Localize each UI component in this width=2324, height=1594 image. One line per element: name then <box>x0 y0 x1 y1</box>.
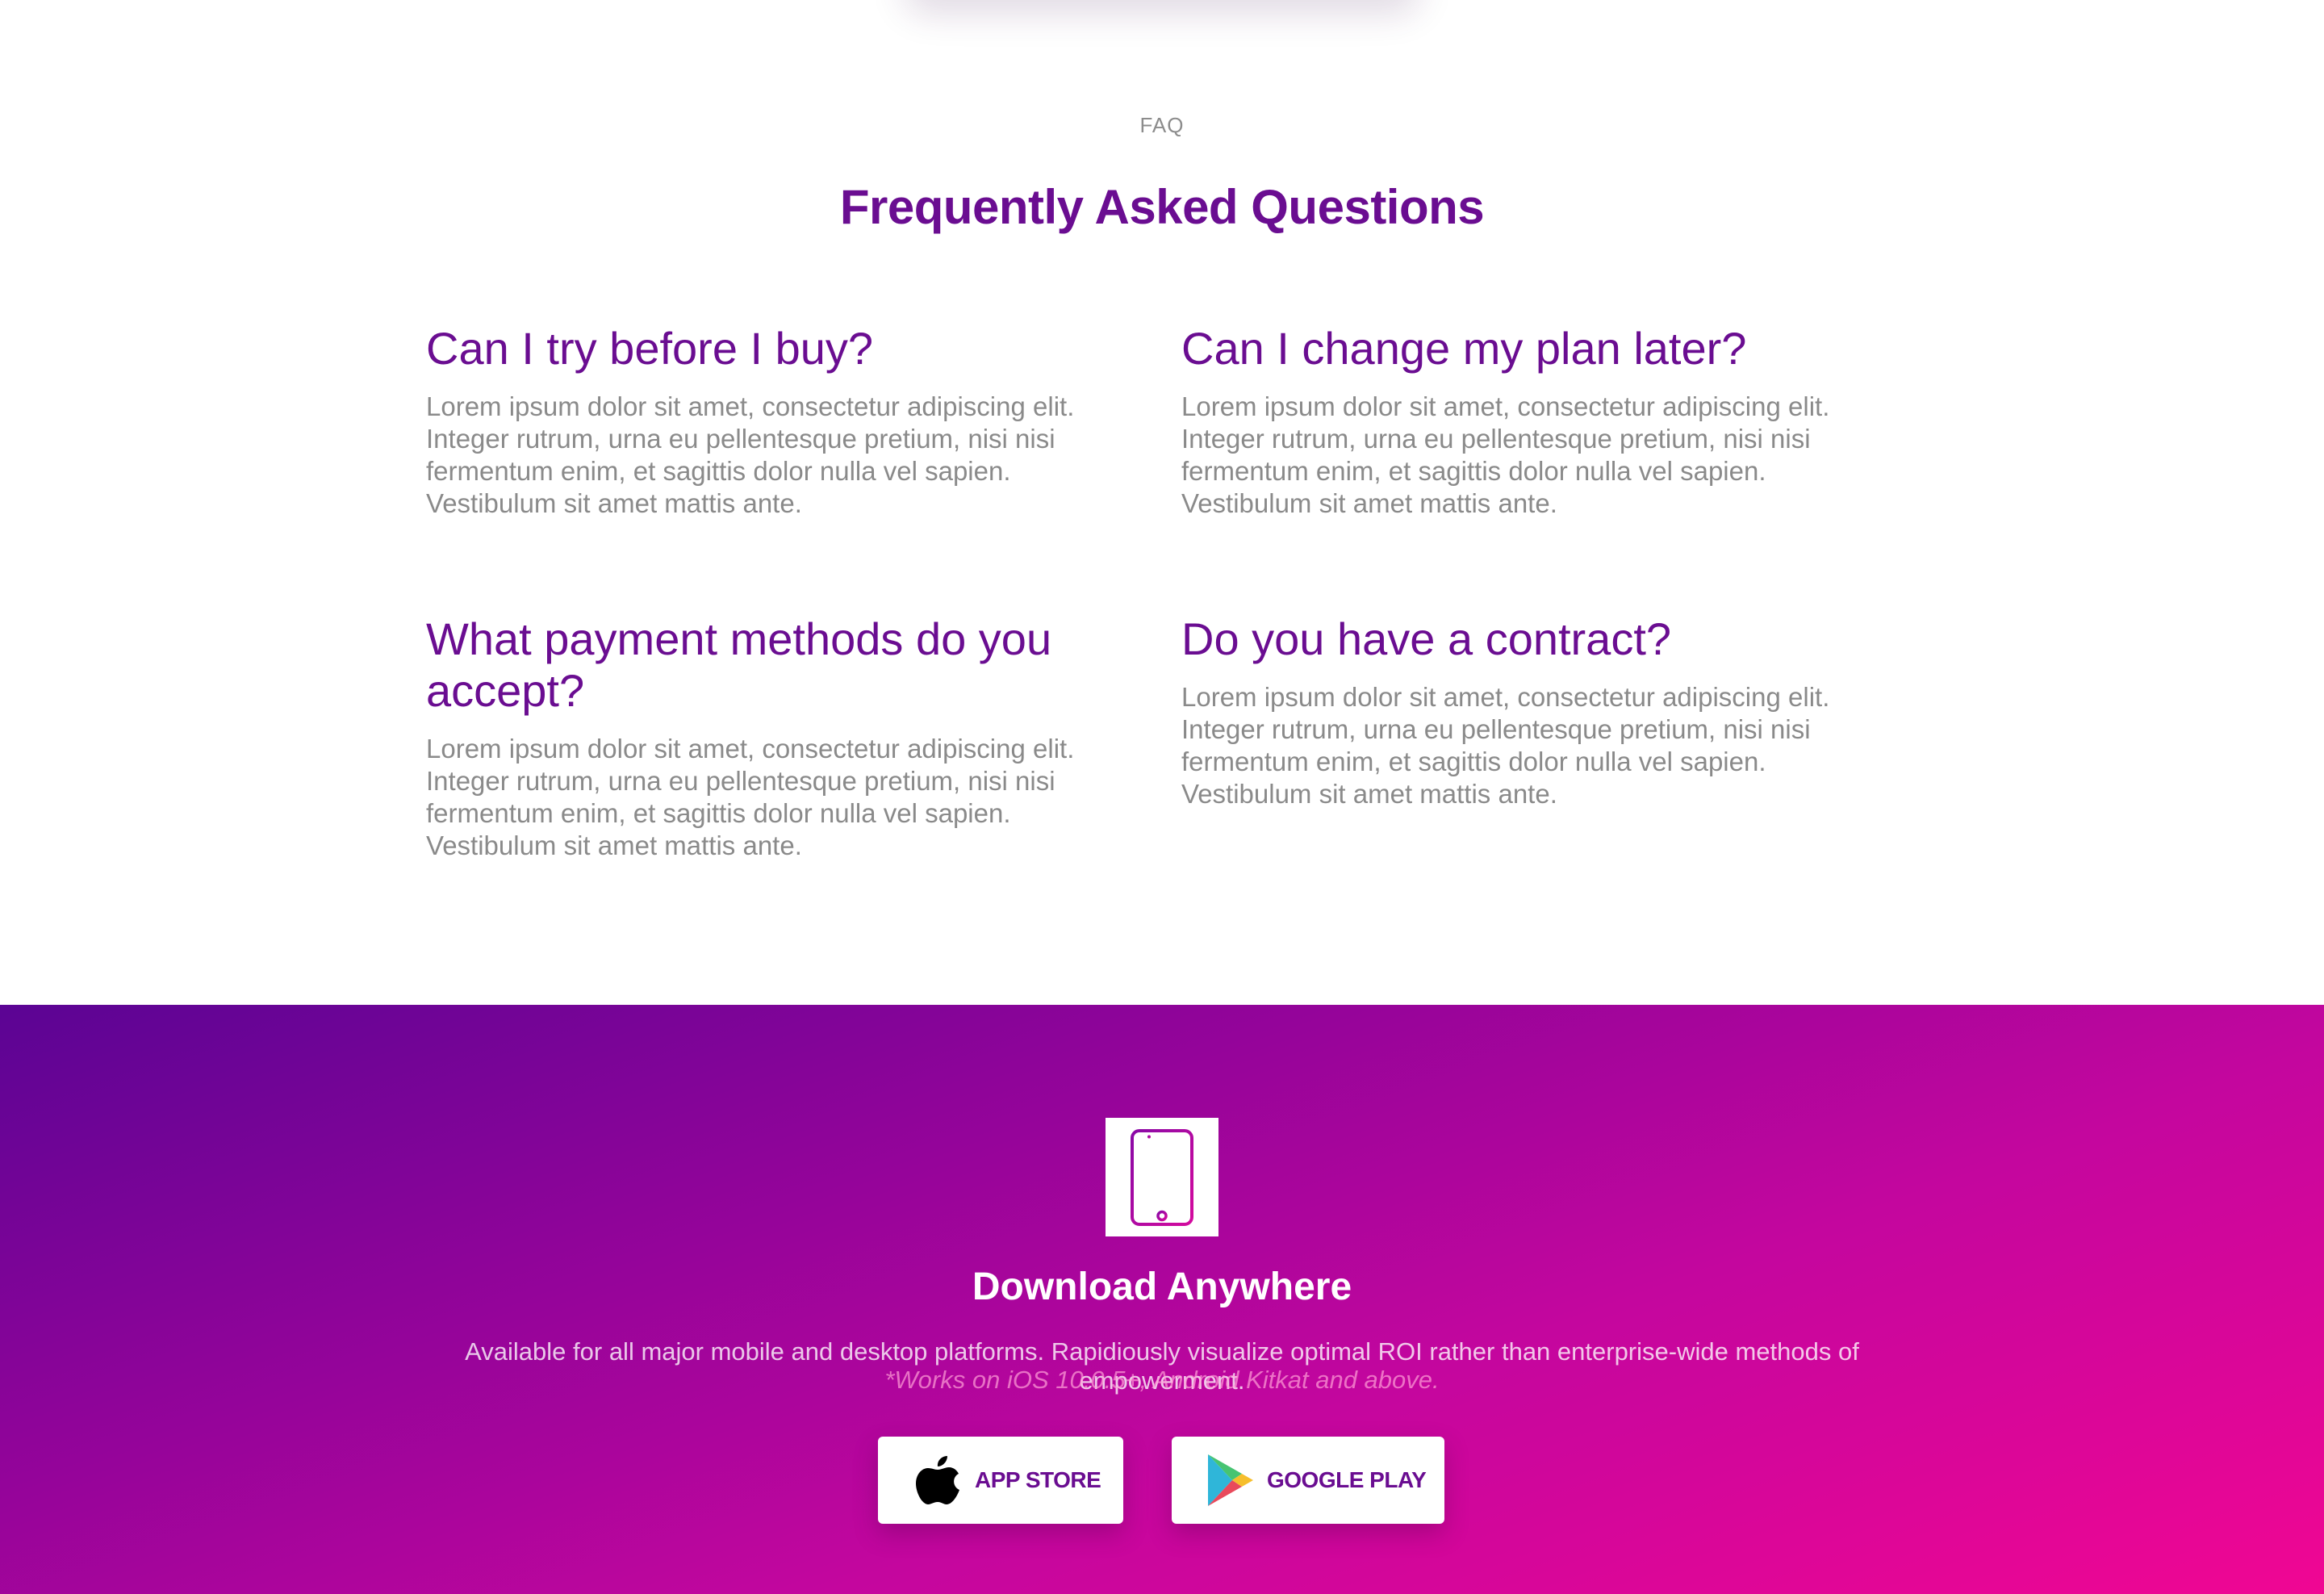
faq-section: FAQ Frequently Asked Questions Can I try… <box>0 0 2324 1005</box>
faq-answer: Lorem ipsum dolor sit amet, consectetur … <box>426 391 1075 518</box>
faq-item: Do you have a contract? Lorem ipsum dolo… <box>1181 613 1875 810</box>
faq-item: Can I try before I buy? Lorem ipsum dolo… <box>426 323 1120 520</box>
faq-heading: Frequently Asked Questions <box>839 180 1485 234</box>
faq-item: Can I change my plan later? Lorem ipsum … <box>1181 323 1875 520</box>
google-play-button[interactable]: GOOGLE PLAY <box>1172 1437 1444 1524</box>
faq-answer: Lorem ipsum dolor sit amet, consectetur … <box>426 734 1075 860</box>
google-play-icon <box>1204 1453 1256 1508</box>
apple-icon <box>913 1453 962 1508</box>
device-icon-box <box>1106 1118 1218 1236</box>
faq-question: What payment methods do you accept? <box>426 613 1052 716</box>
mobile-phone-icon <box>1131 1128 1193 1226</box>
faq-question: Can I try before I buy? <box>426 323 874 374</box>
google-play-label: GOOGLE PLAY <box>1267 1467 1427 1492</box>
download-title: Download Anywhere <box>972 1266 1352 1308</box>
app-store-label: APP STORE <box>975 1467 1101 1492</box>
compatibility-note: *Works on iOS 10.0.5+, Android Kitkat an… <box>884 1366 1440 1394</box>
faq-answer: Lorem ipsum dolor sit amet, consectetur … <box>1181 391 1830 518</box>
faq-eyebrow: FAQ <box>1139 113 1185 137</box>
faq-question: Can I change my plan later? <box>1181 323 1747 374</box>
download-section: Download Anywhere Available for all majo… <box>0 1005 2324 1594</box>
faq-question: Do you have a contract? <box>1181 613 1672 664</box>
faq-answer: Lorem ipsum dolor sit amet, consectetur … <box>1181 682 1830 809</box>
app-store-button[interactable]: APP STORE <box>878 1437 1123 1524</box>
faq-item: What payment methods do you accept? Lore… <box>426 613 1120 862</box>
